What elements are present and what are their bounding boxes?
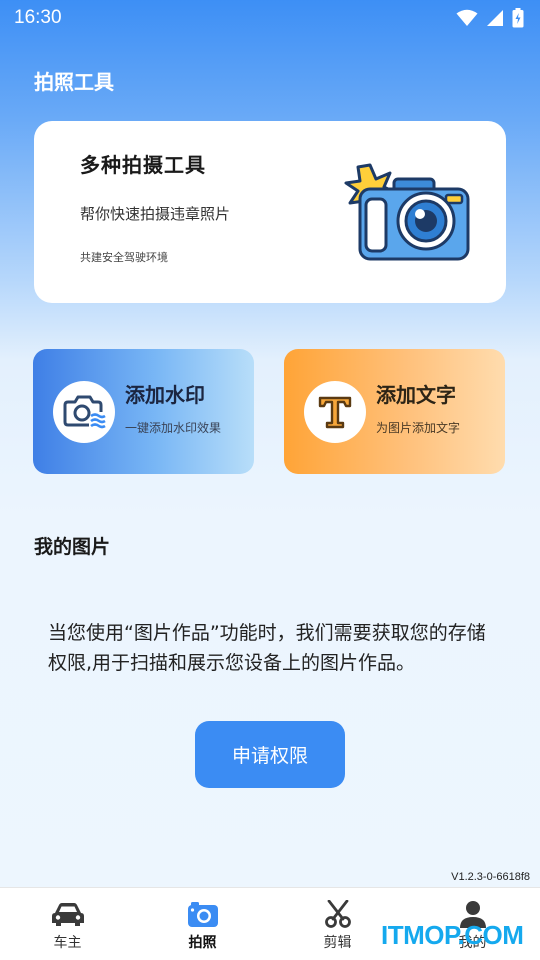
add-text-card[interactable]: 添加文字 为图片添加文字 xyxy=(284,349,505,474)
hero-card[interactable]: 多种拍摄工具 帮你快速拍摄违章照片 共建安全驾驶环境 xyxy=(34,121,506,303)
add-watermark-desc: 一键添加水印效果 xyxy=(125,421,222,435)
camera-icon xyxy=(187,902,218,927)
add-text-title: 添加文字 xyxy=(376,383,456,407)
add-watermark-card[interactable]: 添加水印 一键添加水印效果 xyxy=(33,349,254,474)
tab-owner[interactable]: 车主 xyxy=(0,888,135,960)
text-t-icon xyxy=(318,396,352,429)
tab-edit-label: 剪辑 xyxy=(323,935,352,951)
scissors-icon xyxy=(324,900,351,928)
car-icon xyxy=(51,903,84,926)
tab-photo-label: 拍照 xyxy=(188,935,217,951)
page-title: 拍照工具 xyxy=(34,70,114,94)
wifi-icon xyxy=(456,9,478,26)
tab-owner-label: 车主 xyxy=(53,935,82,951)
status-time: 16:30 xyxy=(14,7,62,28)
version-label: V1.2.3-0-6618f8 xyxy=(451,871,530,883)
request-permission-button[interactable]: 申请权限 xyxy=(195,721,345,788)
status-bar: 16:30 xyxy=(0,0,540,36)
hero-subtitle: 帮你快速拍摄违章照片 xyxy=(80,205,231,223)
hero-title: 多种拍摄工具 xyxy=(80,153,206,177)
add-watermark-icon-wrap xyxy=(53,381,115,443)
permission-message: 当您使用“图片作品”功能时，我们需要获取您的存储权限,用于扫描和展示您设备上的图… xyxy=(48,622,486,674)
watermark-camera-icon xyxy=(63,395,106,429)
status-icons xyxy=(456,8,524,28)
site-watermark: ITMOP.COM xyxy=(381,920,524,950)
signal-icon xyxy=(487,10,503,26)
camera-icon xyxy=(344,163,470,261)
hero-note: 共建安全驾驶环境 xyxy=(80,251,168,264)
add-text-icon-wrap xyxy=(304,381,366,443)
tab-photo[interactable]: 拍照 xyxy=(135,888,270,960)
my-pictures-title: 我的图片 xyxy=(34,536,111,558)
battery-icon xyxy=(512,8,524,28)
add-watermark-title: 添加水印 xyxy=(125,383,205,407)
add-text-desc: 为图片添加文字 xyxy=(376,421,461,435)
